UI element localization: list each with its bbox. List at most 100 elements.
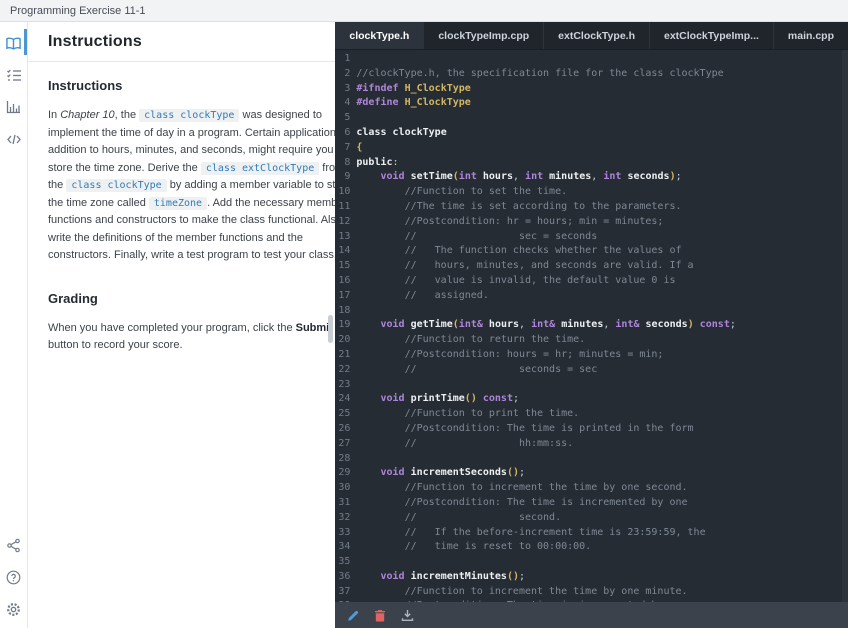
code-line-content: //Function to set the time. — [404, 186, 568, 198]
line-number: 35 — [338, 556, 351, 568]
code-line-content: //Function to print the time. — [404, 408, 580, 420]
code-line: 36 void incrementMinutes(); — [335, 570, 848, 585]
line-number: 17 — [338, 289, 351, 301]
line-number: 18 — [338, 304, 351, 316]
panel-title: Instructions — [48, 32, 142, 50]
sidebar-item-code[interactable] — [0, 126, 28, 152]
instructions-panel: Instructions Instructions In Chapter 10,… — [28, 22, 336, 628]
sidebar-item-help[interactable] — [0, 564, 28, 590]
code-area[interactable]: 1 2//clockType.h, the specification file … — [335, 50, 848, 602]
code-line: 7{ — [335, 141, 848, 156]
line-number: 37 — [338, 585, 351, 597]
tab-extclocktype-h[interactable]: extClockType.h — [543, 22, 649, 49]
line-number: 20 — [338, 334, 351, 346]
line-number: 19 — [338, 319, 351, 331]
code-line: 1 — [335, 52, 848, 67]
instructions-panel-header: Instructions — [28, 22, 336, 62]
line-number: 25 — [338, 408, 351, 420]
share-icon — [7, 538, 20, 552]
tab-main-cpp[interactable]: main.cpp — [772, 22, 848, 49]
line-number: 26 — [338, 422, 351, 434]
code-line: 22 // seconds = sec — [335, 363, 848, 378]
sidebar-item-checklist[interactable] — [0, 62, 28, 88]
code-line: 3 #ifndef H_ClockType — [335, 82, 848, 97]
code-editor-panel: clockType.h clockTypeImp.cpp extClockType.… — [335, 22, 848, 628]
sidebar-item-stats[interactable] — [0, 94, 28, 120]
instructions-scrollbar-thumb[interactable] — [328, 315, 334, 343]
code-line: 2 //clockType.h, the specification file f… — [335, 67, 848, 82]
code-line-content: // The function checks whether the value… — [404, 245, 682, 257]
code-line-content: // seconds = sec — [404, 363, 598, 375]
editor-scrollbar-track[interactable] — [842, 50, 848, 602]
code-line: 5 — [335, 111, 848, 126]
code-line-content: // time is reset to 00:00:00. — [404, 541, 592, 553]
tab-clocktype-h[interactable]: clockType.h — [335, 22, 424, 49]
code-line-content: //Function to increment the time by one … — [404, 482, 688, 494]
code-line-content: //Postcondition: The time is printed in … — [404, 422, 694, 434]
code-line: 17 // assigned. — [335, 289, 848, 304]
line-number: 29 — [338, 467, 351, 479]
emphasis-text: Submit — [295, 321, 333, 334]
bar-chart-icon — [6, 101, 20, 114]
code-line: 27 // hh:mm:ss. — [335, 437, 848, 452]
tab-clocktypeimp-cpp[interactable]: clockTypeImp.cpp — [423, 22, 543, 49]
window-title: Programming Exercise 11-1 — [10, 4, 146, 17]
code-line: 11 //The time is set according to the pa… — [335, 200, 848, 215]
code-line-content: void setTime(int hours, int minutes, int… — [380, 171, 682, 183]
sidebar-item-share[interactable] — [0, 532, 28, 558]
line-number: 21 — [338, 348, 351, 360]
main-layout: Instructions Instructions In Chapter 10,… — [0, 22, 848, 628]
code-line: 26 //Postcondition: The time is printed … — [335, 422, 848, 437]
line-number: 23 — [338, 378, 351, 390]
emphasis-text: Chapter 10 — [60, 109, 115, 121]
line-number: 27 — [338, 437, 351, 449]
line-number: 14 — [338, 245, 351, 257]
code-line: 10 //Function to set the time. — [335, 185, 848, 200]
download-button[interactable] — [400, 608, 414, 622]
book-open-icon — [6, 37, 21, 50]
code-line: 4 #define H_ClockType — [335, 96, 848, 111]
line-number: 5 — [344, 112, 351, 124]
line-number: 36 — [338, 570, 351, 582]
code-line: 12 //Postcondition: hr = hours; min = mi… — [335, 215, 848, 230]
gear-icon — [7, 602, 20, 616]
sidebar-item-guide[interactable] — [0, 30, 28, 56]
checklist-icon — [6, 69, 21, 81]
line-number: 6 — [344, 126, 351, 138]
code-line-content: public: — [356, 156, 399, 168]
code-line-content: void incrementMinutes(); — [380, 570, 526, 582]
line-number: 38 — [335, 599, 356, 602]
line-number: 30 — [338, 482, 351, 494]
line-number: 32 — [338, 511, 351, 523]
line-number: 34 — [338, 541, 351, 553]
code-line-content: //Postcondition: The time is incremented… — [404, 496, 688, 508]
inline-code: timeZone — [148, 196, 208, 210]
icon-sidebar — [0, 22, 28, 628]
code-line: 25 //Function to print the time. — [335, 407, 848, 422]
code-line-content: #define H_ClockType — [356, 97, 471, 109]
line-number: 31 — [338, 496, 351, 508]
line-number: 13 — [338, 230, 351, 242]
line-number: 1 — [344, 53, 351, 64]
line-number: 9 — [344, 171, 351, 183]
edit-pencil-button[interactable] — [346, 608, 360, 622]
code-line-content: //Function to return the time. — [404, 334, 586, 346]
tab-extclocktypeimp-[interactable]: extClockTypeImp... — [648, 22, 773, 49]
code-line-content: // hours, minutes, and seconds are valid… — [404, 260, 694, 272]
editor-tabs: clockType.h clockTypeImp.cpp extClockType.… — [335, 22, 848, 50]
delete-file-button[interactable] — [373, 608, 387, 622]
code-line: 38 //Postcondition: The time is incremen… — [335, 599, 848, 602]
code-line-content: // assigned. — [404, 289, 489, 301]
line-number: 16 — [338, 274, 351, 286]
code-line: 32 // second. — [335, 511, 848, 526]
line-number: 15 — [338, 260, 351, 272]
sidebar-item-settings[interactable] — [0, 596, 28, 622]
code-line-content: // value is invalid, the default value 0… — [404, 274, 676, 286]
line-number: 2 — [344, 67, 351, 79]
code-line-content: //Postcondition: hours = hr; minutes = m… — [404, 348, 664, 360]
code-line: 14 // The function checks whether the va… — [335, 244, 848, 259]
line-number: 3 — [344, 82, 351, 94]
code-line: 6 class clockType — [335, 126, 848, 141]
help-circle-icon — [6, 570, 21, 584]
code-line: 9 void setTime(int hours, int minutes, i… — [335, 170, 848, 185]
